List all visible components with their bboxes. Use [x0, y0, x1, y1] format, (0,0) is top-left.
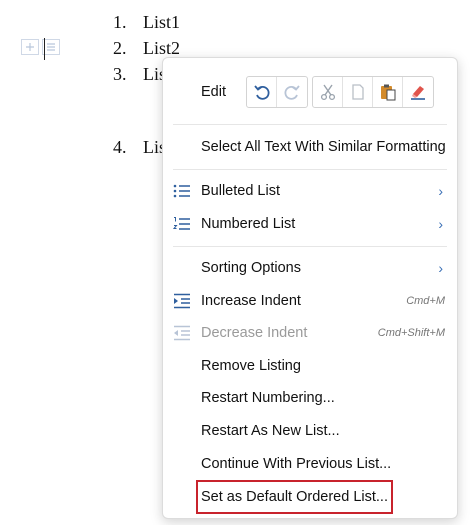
menu-item-label: Continue With Previous List...	[201, 456, 392, 472]
menu-item-label: Numbered List	[201, 216, 296, 232]
chevron-right-icon: ›	[438, 260, 443, 276]
list-number: 4.	[113, 137, 127, 157]
gutter-tools	[21, 39, 60, 55]
list-text: List1	[143, 12, 181, 32]
menu-item-restart-numbering[interactable]: Restart Numbering...	[163, 382, 457, 414]
clipboard-group	[312, 76, 434, 108]
chevron-right-icon: ›	[438, 183, 443, 199]
list-number: 3.	[113, 64, 127, 84]
menu-item-bulleted-list[interactable]: Bulleted List ›	[163, 175, 457, 207]
list-text: List2	[143, 38, 181, 58]
list-number: 1.	[113, 12, 127, 32]
text-cursor	[44, 38, 45, 60]
menu-item-label: Increase Indent	[201, 293, 301, 309]
list-number: 2.	[113, 38, 127, 58]
menu-item-label: Sorting Options	[201, 260, 301, 276]
list-item[interactable]: 3. Lis	[113, 64, 166, 85]
edit-toolbar: Edit	[163, 72, 457, 112]
clear-format-icon[interactable]	[403, 77, 433, 107]
redo-icon[interactable]	[277, 77, 307, 107]
menu-item-decrease-indent[interactable]: Decrease Indent Cmd+Shift+M	[163, 317, 457, 349]
bullet-list-icon	[173, 184, 190, 198]
list-item[interactable]: 2. List2	[113, 38, 180, 59]
cut-icon[interactable]	[313, 77, 343, 107]
menu-item-label: Restart As New List...	[201, 423, 340, 439]
menu-item-label: Bulleted List	[201, 183, 280, 199]
undo-icon[interactable]	[247, 77, 277, 107]
list-item[interactable]: 1. List1	[113, 12, 180, 33]
increase-indent-icon	[174, 293, 190, 309]
menu-item-label: Select All Text With Similar Formatting	[201, 139, 446, 155]
menu-item-label: Decrease Indent	[201, 325, 308, 341]
add-block-icon[interactable]	[21, 39, 39, 55]
history-group	[246, 76, 308, 108]
numbered-list-icon	[173, 217, 190, 230]
menu-item-remove-listing[interactable]: Remove Listing	[163, 350, 457, 382]
copy-icon[interactable]	[343, 77, 373, 107]
menu-item-increase-indent[interactable]: Increase Indent Cmd+M	[163, 285, 457, 317]
menu-item-select-all[interactable]: Select All Text With Similar Formatting	[163, 131, 457, 163]
decrease-indent-icon	[174, 325, 190, 341]
menu-item-label: Restart Numbering...	[201, 390, 335, 406]
menu-item-continue-previous[interactable]: Continue With Previous List...	[163, 448, 457, 480]
chevron-right-icon: ›	[438, 216, 443, 232]
menu-separator	[173, 169, 447, 170]
menu-item-sorting-options[interactable]: Sorting Options ›	[163, 252, 457, 284]
context-menu: Edit Select All Text With Similar Format…	[162, 57, 458, 519]
highlight-box	[196, 480, 393, 514]
menu-item-numbered-list[interactable]: Numbered List ›	[163, 208, 457, 240]
paste-icon[interactable]	[373, 77, 403, 107]
menu-separator	[173, 246, 447, 247]
menu-separator	[173, 124, 447, 125]
shortcut-label: Cmd+Shift+M	[377, 327, 445, 339]
list-item[interactable]: 4. Lis	[113, 137, 166, 158]
shortcut-label: Cmd+M	[406, 295, 445, 307]
menu-item-label: Remove Listing	[201, 358, 301, 374]
menu-item-restart-new-list[interactable]: Restart As New List...	[163, 415, 457, 447]
edit-label: Edit	[201, 84, 226, 100]
